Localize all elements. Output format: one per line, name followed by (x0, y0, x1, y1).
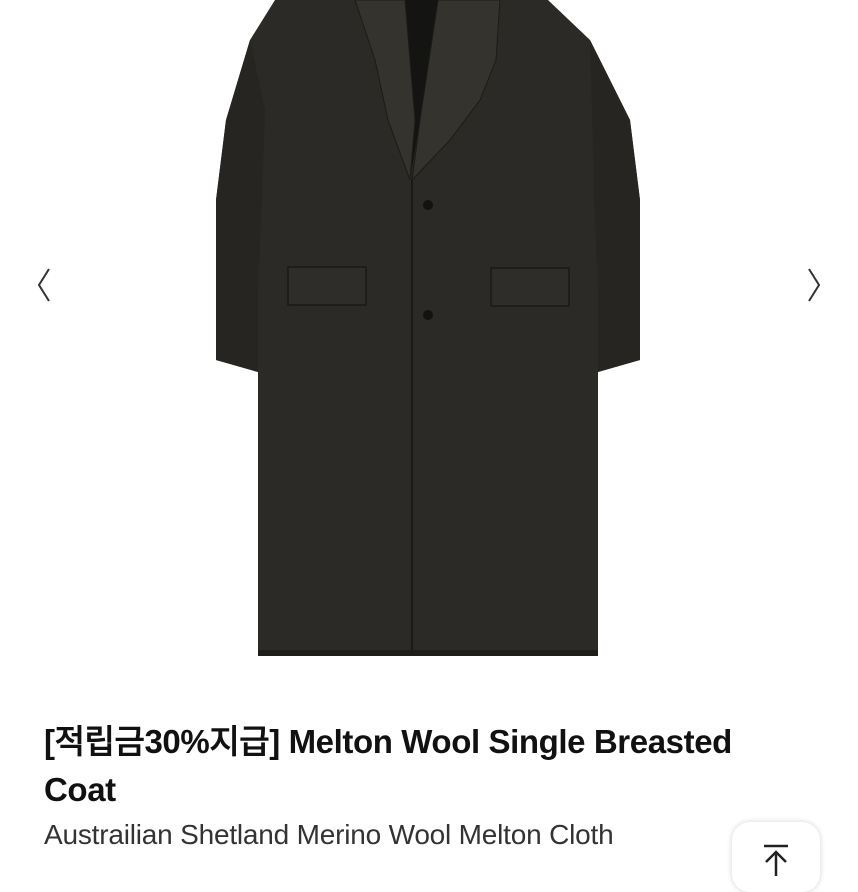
chevron-right-icon (808, 268, 821, 302)
gallery-prev-button[interactable] (24, 255, 64, 315)
scroll-to-top-button[interactable] (732, 822, 820, 892)
product-image (216, 0, 640, 656)
chevron-left-icon (37, 268, 50, 302)
product-subtitle: Austrailian Shetland Merino Wool Melton … (44, 819, 614, 850)
product-image-gallery[interactable] (0, 0, 858, 700)
arrow-up-to-top-icon (764, 844, 788, 876)
product-title: [적립금30%지급] Melton Wool Single Breasted C… (44, 723, 732, 808)
gallery-next-button[interactable] (794, 255, 834, 315)
